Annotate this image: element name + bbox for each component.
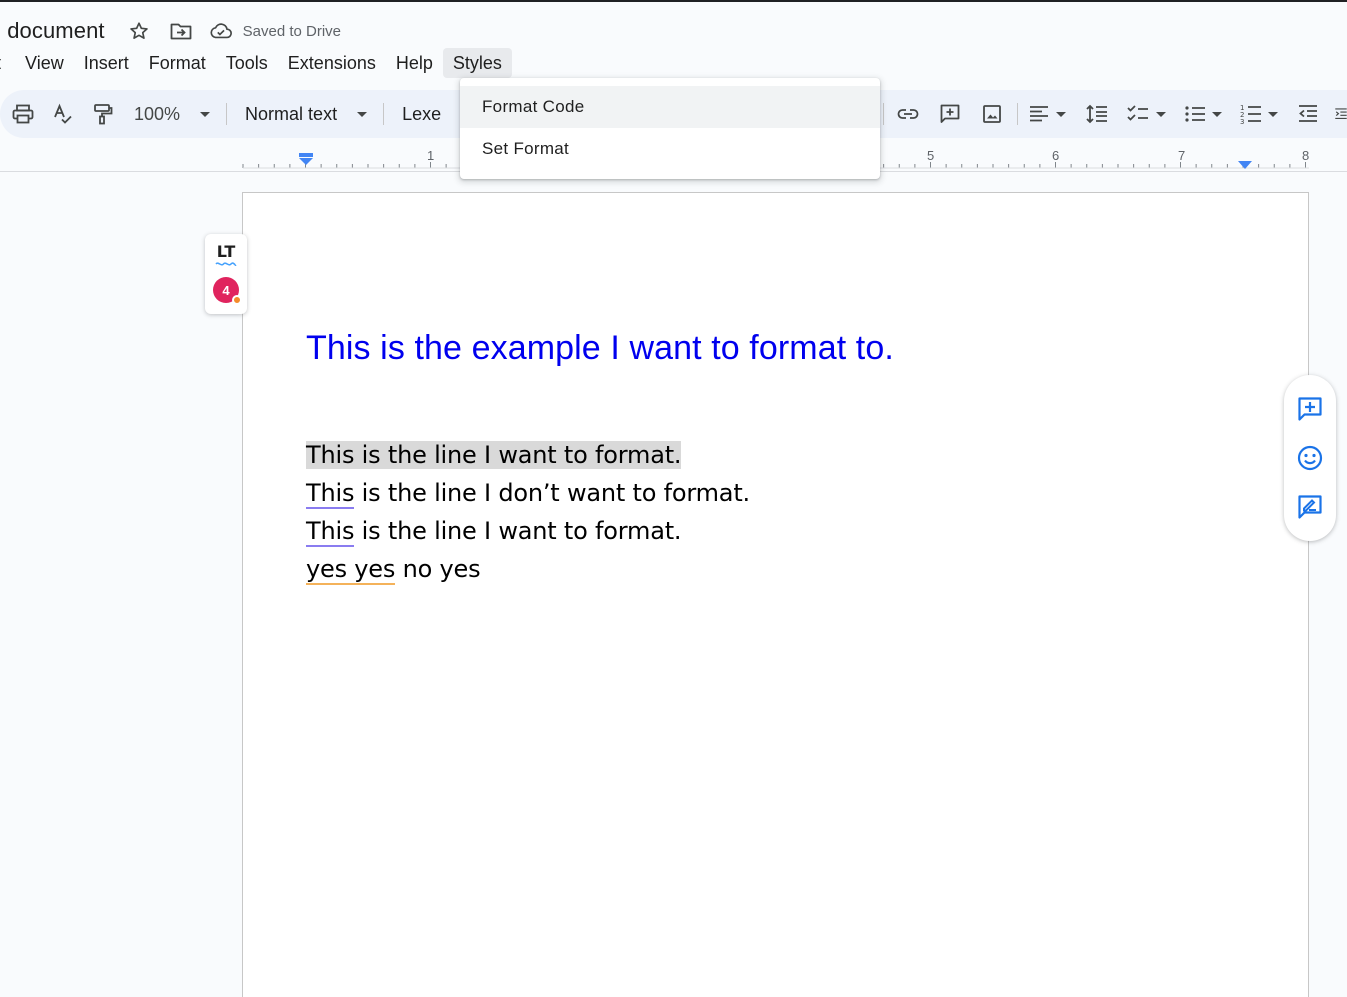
languagetool-logo: LT [216, 242, 236, 261]
line-four[interactable]: yes yes no yes [306, 550, 750, 588]
document-body[interactable]: This is the line I want to format. This … [306, 436, 750, 588]
menu-styles[interactable]: Styles [442, 48, 512, 78]
line-three[interactable]: This is the line I want to format. [306, 512, 750, 550]
document-title[interactable]: l document [0, 18, 105, 44]
checklist-select[interactable] [1126, 98, 1166, 130]
ruler-number: 7 [1178, 148, 1186, 163]
menu-bar: t View Insert Format Tools Extensions He… [0, 48, 1347, 78]
add-comment-icon[interactable] [937, 98, 963, 130]
flagged-word[interactable]: This [306, 517, 354, 547]
toolbar-divider [383, 103, 385, 125]
languagetool-wave-icon [215, 262, 237, 266]
move-to-folder-icon[interactable] [169, 19, 193, 43]
chevron-down-icon [1156, 111, 1166, 117]
font-value: Lexe [402, 103, 442, 124]
line-text: is the line I don’t want to format. [354, 479, 750, 507]
flagged-phrase[interactable]: yes yes [306, 555, 395, 585]
font-select[interactable]: Lexe [402, 98, 441, 130]
flagged-word[interactable]: This [306, 479, 354, 509]
print-icon[interactable] [10, 98, 36, 130]
ruler-number: 8 [1302, 148, 1310, 163]
bulleted-list-select[interactable] [1184, 98, 1222, 130]
example-heading[interactable]: This is the example I want to format to. [306, 329, 894, 368]
line-selected[interactable]: This is the line I want to format. [306, 436, 750, 474]
issue-count: 4 [222, 282, 230, 298]
add-comment-icon[interactable] [1293, 392, 1327, 426]
emoji-reaction-icon[interactable] [1293, 441, 1327, 475]
ruler-number: 1 [427, 148, 435, 163]
line-text: no yes [395, 555, 481, 583]
languagetool-widget[interactable]: LT 4 [205, 234, 247, 314]
menu-edit[interactable]: t [0, 48, 15, 78]
toolbar-divider [1017, 103, 1018, 125]
right-indent-marker[interactable] [1237, 157, 1253, 169]
chevron-down-icon [200, 111, 211, 117]
zoom-value: 100% [134, 103, 181, 124]
languagetool-issue-badge[interactable]: 4 [213, 277, 242, 305]
menu-tools[interactable]: Tools [216, 48, 278, 78]
cloud-saved-icon[interactable] [209, 19, 233, 43]
paragraph-style-value: Normal text [245, 103, 338, 124]
menu-format[interactable]: Format [139, 48, 216, 78]
chevron-down-icon [357, 111, 368, 117]
menu-help[interactable]: Help [386, 48, 443, 78]
toolbar-divider [883, 103, 884, 125]
document-page[interactable]: This is the example I want to format to.… [242, 192, 1309, 997]
styles-dropdown-menu: Format Code Set Format [460, 78, 880, 179]
ruler-number: 5 [927, 148, 935, 163]
insert-image-icon[interactable] [979, 98, 1005, 130]
numbered-list-select[interactable]: 123 [1240, 98, 1278, 130]
svg-text:3: 3 [1240, 118, 1244, 125]
decrease-indent-icon[interactable] [1296, 98, 1320, 130]
status-dot [232, 295, 242, 305]
side-actions-panel [1284, 375, 1336, 541]
chevron-down-icon [1056, 111, 1066, 117]
star-icon[interactable] [127, 19, 151, 43]
menu-extensions[interactable]: Extensions [278, 48, 386, 78]
spellcheck-icon[interactable] [50, 98, 76, 130]
paragraph-style-select[interactable]: Normal text [245, 98, 368, 130]
paint-format-icon[interactable] [90, 98, 116, 130]
suggest-edits-icon[interactable] [1293, 490, 1327, 524]
align-select[interactable] [1028, 98, 1066, 130]
selected-text[interactable]: This is the line I want to format. [306, 441, 682, 469]
increase-indent-icon[interactable] [1334, 98, 1347, 130]
left-indent-marker[interactable] [298, 153, 314, 165]
ruler-number: 6 [1052, 148, 1060, 163]
chevron-down-icon [1268, 111, 1278, 117]
menu-item-format-code[interactable]: Format Code [460, 86, 880, 128]
save-status: Saved to Drive [242, 22, 342, 40]
menu-insert[interactable]: Insert [74, 48, 139, 78]
title-bar: l document Saved to Drive [0, 14, 1347, 48]
chevron-down-icon [1212, 111, 1222, 117]
toolbar-divider [226, 103, 228, 125]
line-spacing-icon[interactable] [1084, 98, 1110, 130]
zoom-select[interactable]: 100% [134, 98, 211, 130]
insert-link-icon[interactable] [895, 98, 921, 130]
menu-view[interactable]: View [15, 48, 74, 78]
menu-item-set-format[interactable]: Set Format [460, 128, 880, 170]
line-text: is the line I want to format. [354, 517, 682, 545]
line-two[interactable]: This is the line I don’t want to format. [306, 474, 750, 512]
